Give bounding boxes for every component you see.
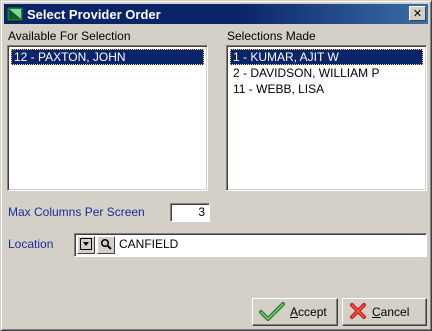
available-list[interactable]: 12 - PAXTON, JOHN xyxy=(7,45,208,191)
dropdown-icon xyxy=(80,237,92,253)
list-item[interactable]: 11 - WEBB, LISA xyxy=(230,81,423,97)
location-field: CANFIELD xyxy=(74,233,427,257)
selections-list[interactable]: 1 - KUMAR, AJIT W 2 - DAVIDSON, WILLIAM … xyxy=(226,45,427,191)
dialog-window: Select Provider Order ✕ Available For Se… xyxy=(0,0,432,331)
window-title: Select Provider Order xyxy=(27,6,161,22)
selections-label: Selections Made xyxy=(227,29,316,43)
location-dropdown-button[interactable] xyxy=(77,236,95,254)
search-icon xyxy=(100,238,112,253)
red-x-icon xyxy=(349,302,367,323)
checkmark-icon xyxy=(259,301,285,324)
close-icon: ✕ xyxy=(412,7,423,20)
cancel-label: Cancel xyxy=(372,305,410,319)
location-search-button[interactable] xyxy=(97,236,115,254)
close-button[interactable]: ✕ xyxy=(409,6,426,21)
accept-button[interactable]: Accept xyxy=(252,298,338,326)
max-columns-input[interactable]: 3 xyxy=(170,203,210,222)
title-bar[interactable]: Select Provider Order ✕ xyxy=(4,4,428,24)
app-icon xyxy=(6,6,24,22)
accept-label: Accept xyxy=(290,305,327,319)
available-label: Available For Selection xyxy=(8,29,131,43)
list-item[interactable]: 1 - KUMAR, AJIT W xyxy=(230,49,423,65)
location-value: CANFIELD xyxy=(119,237,179,251)
location-label: Location xyxy=(8,237,54,251)
cancel-button[interactable]: Cancel xyxy=(342,298,427,326)
max-columns-label: Max Columns Per Screen xyxy=(8,205,145,219)
list-item[interactable]: 12 - PAXTON, JOHN xyxy=(11,49,204,65)
list-item[interactable]: 2 - DAVIDSON, WILLIAM P xyxy=(230,65,423,81)
